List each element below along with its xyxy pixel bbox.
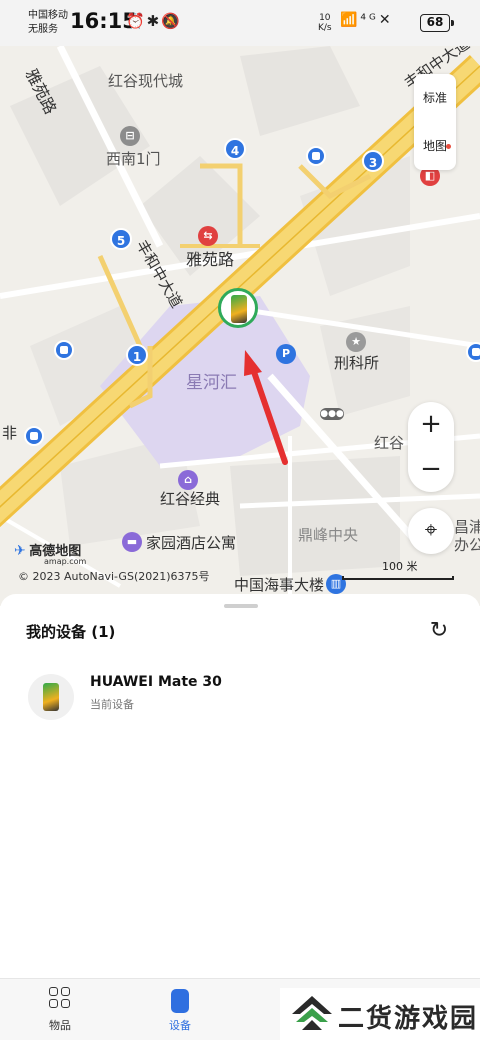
map-label-honggu-xia: 红谷 bbox=[374, 434, 405, 452]
carrier-service: 无服务 bbox=[28, 24, 58, 35]
metro-station-icon[interactable]: 3 bbox=[362, 150, 384, 172]
metro-station-icon[interactable]: 4 bbox=[224, 138, 246, 160]
hotel-icon[interactable]: ▬ bbox=[122, 532, 142, 552]
tab-devices[interactable]: 设备 bbox=[148, 987, 212, 1033]
metro-station-icon[interactable]: 1 bbox=[126, 344, 148, 366]
refresh-icon[interactable]: ↻ bbox=[426, 618, 452, 644]
police-star-icon[interactable]: ★ bbox=[346, 332, 366, 352]
notification-dot bbox=[446, 144, 451, 149]
map-type-standard[interactable]: 标准 bbox=[414, 74, 456, 122]
map-label-yayuanlu-station: 雅苑路 bbox=[186, 250, 235, 269]
network-speed: 10 K/s bbox=[318, 13, 332, 33]
map-label-xinan1men: 西南1门 bbox=[106, 150, 161, 168]
device-sheet: 我的设备 (1) ↻ HUAWEI Mate 30 当前设备 bbox=[0, 594, 480, 978]
map-scale-label: 100 米 bbox=[382, 560, 418, 573]
watermark-text: 二货游戏园 bbox=[338, 1004, 479, 1034]
carrier-name: 中国移动 bbox=[28, 10, 68, 21]
map-label-xingkesuo: 刑科所 bbox=[334, 354, 380, 372]
alarm-bluetooth-mute-icons: ⏰✱🔕 bbox=[126, 12, 182, 30]
map-label-jiayuan: 家园酒店公寓 bbox=[146, 534, 237, 552]
gate-icon[interactable]: ⊟ bbox=[120, 126, 140, 146]
map-view[interactable]: 红谷现代城 雅苑路 西南1门 雅苑路 丰和中大道 丰和中大道 星河汇 刑科所 红… bbox=[0, 46, 480, 606]
tab-items[interactable]: 物品 bbox=[28, 987, 92, 1033]
phone-icon bbox=[231, 295, 247, 323]
map-label-bangong: 办公 bbox=[454, 536, 480, 554]
map-label-dingfeng: 鼎峰中央 bbox=[298, 526, 359, 544]
bus-stop-icon[interactable] bbox=[466, 342, 480, 362]
sheet-title: 我的设备 (1) bbox=[26, 623, 116, 641]
device-avatar bbox=[28, 674, 74, 720]
amap-logo: ✈ 高德地图 amap.com bbox=[14, 540, 86, 566]
map-copyright: © 2023 AutoNavi-GS(2021)6375号 bbox=[18, 570, 210, 583]
tab-items-label: 物品 bbox=[49, 1019, 71, 1032]
tab-devices-label: 设备 bbox=[169, 1019, 191, 1032]
map-label-hongguxiandaicheng: 红谷现代城 bbox=[108, 72, 184, 90]
device-list-item[interactable]: HUAWEI Mate 30 当前设备 bbox=[0, 666, 480, 730]
network-speed-unit: K/s bbox=[318, 23, 332, 33]
map-scale-bar bbox=[342, 576, 454, 580]
locate-button[interactable]: ⌖ bbox=[408, 508, 454, 554]
device-subtitle: 当前设备 bbox=[90, 698, 134, 711]
device-stack-icon bbox=[148, 987, 212, 1013]
watermark: 二货游戏园 bbox=[280, 988, 480, 1040]
zoom-in-button[interactable]: + bbox=[408, 402, 454, 447]
bus-stop-icon[interactable] bbox=[54, 340, 74, 360]
parking-icon[interactable]: P bbox=[276, 344, 296, 364]
amap-logo-url: amap.com bbox=[44, 557, 87, 566]
device-location-marker[interactable] bbox=[218, 288, 258, 328]
map-label-edge: 非 bbox=[2, 424, 18, 442]
map-label-hongguj: 红谷经典 bbox=[160, 490, 221, 508]
carrier-info: 中国移动 无服务 bbox=[28, 9, 68, 37]
metro-entrance-icon[interactable]: ⇆ bbox=[198, 226, 218, 246]
zoom-control: + − bbox=[408, 402, 454, 492]
watermark-logo-icon bbox=[292, 996, 332, 1030]
map-label-zhongguohaishi: 中国海事大楼 bbox=[234, 576, 325, 594]
wifi-signal-icons: 📶⁴ᴳ✕ bbox=[340, 12, 394, 28]
amap-logo-icon: ✈ bbox=[14, 543, 26, 559]
bus-stop-icon[interactable] bbox=[306, 146, 326, 166]
device-name: HUAWEI Mate 30 bbox=[90, 674, 222, 690]
grid-icon bbox=[28, 987, 92, 1013]
metro-station-icon[interactable]: 5 bbox=[110, 228, 132, 250]
zoom-out-button[interactable]: − bbox=[408, 447, 454, 492]
map-label-xinghehui: 星河汇 bbox=[186, 373, 237, 393]
phone-icon bbox=[43, 683, 59, 711]
network-speed-value: 10 bbox=[319, 13, 331, 23]
battery-icon: 68 bbox=[420, 14, 454, 32]
bus-stop-icon[interactable] bbox=[24, 426, 44, 446]
map-type-toggle[interactable]: 标准 地图 bbox=[414, 74, 456, 170]
shopping-icon[interactable]: ⌂ bbox=[178, 470, 198, 490]
traffic-light-icon: ●●● bbox=[320, 408, 344, 420]
status-bar: 中国移动 无服务 16:15 ⏰✱🔕 10 K/s 📶⁴ᴳ✕ 68 bbox=[0, 0, 480, 46]
sheet-drag-handle[interactable] bbox=[224, 604, 258, 608]
